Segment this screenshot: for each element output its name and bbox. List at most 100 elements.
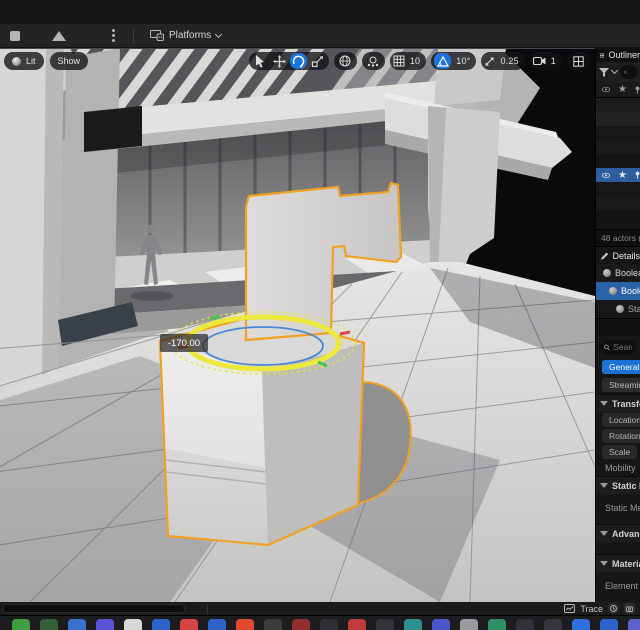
general-filter-chip[interactable]: General bbox=[602, 360, 640, 374]
app-icon[interactable] bbox=[96, 619, 114, 630]
app-icon[interactable] bbox=[68, 619, 86, 630]
app-icon[interactable] bbox=[376, 619, 394, 630]
property-static-mesh[interactable]: Static Mesh bbox=[596, 500, 640, 516]
app-icon[interactable] bbox=[488, 619, 506, 630]
property-scale[interactable]: Scale bbox=[596, 444, 640, 460]
outliner-row[interactable] bbox=[596, 126, 640, 140]
revision-control-button[interactable] bbox=[608, 603, 619, 614]
filter-streaming[interactable]: Streaming bbox=[596, 376, 640, 394]
app-icon[interactable] bbox=[124, 619, 142, 630]
details-spacer bbox=[596, 318, 640, 336]
section-advanced[interactable]: Advanced bbox=[596, 524, 640, 542]
status-separator bbox=[207, 604, 208, 613]
section-static-mesh[interactable]: Static Mesh bbox=[596, 476, 640, 494]
tab-outliner[interactable]: Outliner bbox=[596, 48, 640, 62]
launch-icon[interactable] bbox=[52, 30, 66, 41]
app-icon[interactable] bbox=[460, 619, 478, 630]
grid-snap-button[interactable]: 10 bbox=[389, 52, 427, 70]
app-icon[interactable] bbox=[600, 619, 618, 630]
platforms-button[interactable]: Platforms bbox=[150, 30, 223, 41]
app-icon[interactable] bbox=[404, 619, 422, 630]
outliner-row[interactable] bbox=[596, 154, 640, 168]
app-icon[interactable] bbox=[432, 619, 450, 630]
app-icon[interactable] bbox=[516, 619, 534, 630]
outliner-row[interactable] bbox=[596, 196, 640, 210]
app-icon[interactable] bbox=[264, 619, 282, 630]
app-icon[interactable] bbox=[292, 619, 310, 630]
component-tree-root[interactable]: Boolean bbox=[596, 264, 640, 282]
favorite-star-icon[interactable]: ★ bbox=[618, 170, 627, 181]
outliner-footer: 48 actors ( bbox=[596, 229, 640, 246]
grid-snap-value: 10 bbox=[409, 56, 421, 66]
view-mode-button[interactable]: Lit bbox=[4, 52, 44, 70]
streaming-filter-chip[interactable]: Streaming bbox=[602, 378, 640, 392]
show-flags-button[interactable]: Show bbox=[49, 52, 89, 70]
filter-icon[interactable] bbox=[599, 67, 609, 77]
outliner-row[interactable] bbox=[596, 182, 640, 196]
property-mobility[interactable]: Mobility bbox=[596, 460, 640, 476]
rotate-tool-button[interactable] bbox=[289, 53, 307, 69]
scale-snap-value: 0.25 bbox=[500, 56, 519, 66]
app-icon[interactable] bbox=[572, 619, 590, 630]
outliner-row[interactable] bbox=[596, 140, 640, 154]
visibility-eye-icon[interactable] bbox=[602, 172, 610, 179]
favorite-star-icon[interactable]: ★ bbox=[618, 84, 627, 95]
select-tool-button[interactable] bbox=[252, 53, 269, 69]
app-icon[interactable] bbox=[544, 619, 562, 630]
app-icon[interactable] bbox=[628, 619, 640, 630]
pin-icon[interactable] bbox=[635, 170, 640, 180]
details-icon bbox=[601, 252, 609, 260]
outliner-row[interactable] bbox=[596, 112, 640, 126]
app-icon[interactable] bbox=[12, 619, 30, 630]
world-space-toggle[interactable] bbox=[337, 53, 354, 69]
app-icon[interactable] bbox=[208, 619, 226, 630]
trace-button[interactable]: Trace bbox=[580, 604, 603, 614]
clock-icon bbox=[610, 605, 617, 612]
save-icon[interactable] bbox=[10, 30, 20, 41]
visibility-eye-icon[interactable] bbox=[602, 86, 610, 93]
outliner-row[interactable] bbox=[596, 98, 640, 112]
component-tree-child[interactable]: StaticMesh bbox=[596, 300, 640, 318]
app-icon[interactable] bbox=[40, 619, 58, 630]
camera-speed-button[interactable]: 1 bbox=[529, 52, 562, 70]
details-search-input[interactable] bbox=[613, 342, 632, 352]
section-materials[interactable]: Materials bbox=[596, 554, 640, 572]
property-element-0[interactable]: Element 0 bbox=[596, 578, 640, 594]
status-bar: Trace bbox=[0, 602, 640, 615]
app-icon[interactable] bbox=[348, 619, 366, 630]
app-icon[interactable] bbox=[180, 619, 198, 630]
pin-icon[interactable] bbox=[635, 85, 640, 95]
filter-general[interactable]: General bbox=[596, 358, 640, 376]
outliner-row-selected[interactable]: ★ bbox=[596, 168, 640, 182]
tab-details[interactable]: Details bbox=[596, 246, 640, 264]
content-drawer-button[interactable] bbox=[3, 604, 185, 613]
outliner-search-input[interactable] bbox=[630, 67, 633, 77]
component-tree-selected[interactable]: Boolean bbox=[596, 282, 640, 300]
scale-snap-button[interactable]: 0.25 bbox=[481, 52, 525, 70]
more-options-icon[interactable] bbox=[112, 29, 115, 42]
surface-snap-button[interactable] bbox=[365, 53, 382, 69]
property-location[interactable]: Location bbox=[596, 412, 640, 428]
filter-chevron-icon[interactable] bbox=[610, 66, 619, 75]
outliner-row[interactable] bbox=[596, 210, 640, 229]
viewport-left-toolbar: Lit Show bbox=[4, 52, 89, 70]
viewport[interactable]: -170.00 Lit Show 10 10° 0.25 1 bbox=[0, 48, 595, 602]
scale-snap-icon bbox=[485, 56, 495, 66]
details-search[interactable] bbox=[600, 339, 636, 355]
outliner-search[interactable] bbox=[620, 65, 637, 79]
app-icon[interactable] bbox=[152, 619, 170, 630]
property-rotation[interactable]: Rotation bbox=[596, 428, 640, 444]
scale-tool-button[interactable] bbox=[309, 53, 326, 69]
rotation-label: Rotation bbox=[602, 429, 640, 443]
outliner-rows: ★ bbox=[596, 98, 640, 229]
viewport-scene[interactable] bbox=[0, 48, 595, 602]
maximize-viewport-button[interactable] bbox=[570, 53, 587, 69]
app-icon[interactable] bbox=[236, 619, 254, 630]
grid-snap-icon bbox=[393, 55, 405, 67]
console-button[interactable] bbox=[624, 603, 635, 614]
move-tool-button[interactable] bbox=[271, 53, 288, 69]
angle-snap-button[interactable]: 10° bbox=[431, 52, 477, 70]
app-icon[interactable] bbox=[320, 619, 338, 630]
section-transform[interactable]: Transform bbox=[596, 394, 640, 412]
scale-icon bbox=[311, 55, 323, 67]
